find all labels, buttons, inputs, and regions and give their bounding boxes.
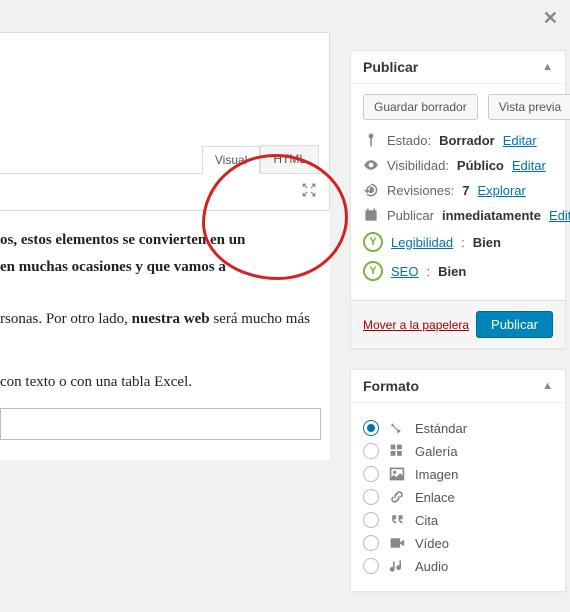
link-icon [389,489,405,505]
editor-title-area: Visual HTML [0,33,330,174]
format-option-link[interactable]: Enlace [363,489,553,505]
radio-checked-icon [363,420,379,436]
quote-icon [389,512,405,528]
seo-link[interactable]: SEO [391,264,418,279]
status-value: Borrador [439,133,495,148]
calendar-icon [363,207,379,223]
video-icon [389,535,405,551]
format-label: Imagen [415,467,458,482]
format-label: Estándar [415,421,467,436]
readability-score-icon: Y [363,232,383,252]
save-draft-button[interactable]: Guardar borrador [363,94,478,120]
readability-link[interactable]: Legibilidad [391,235,453,250]
publish-panel: Publicar ▲ Guardar borrador Vista previa… [350,50,566,349]
format-option-audio[interactable]: Audio [363,558,553,574]
format-label: Galería [415,444,458,459]
format-option-gallery[interactable]: Galería [363,443,553,459]
visibility-label: Visibilidad: [387,158,449,173]
format-label: Enlace [415,490,455,505]
status-label: Estado: [387,133,431,148]
format-option-standard[interactable]: Estándar [363,420,553,436]
format-label: Vídeo [415,536,449,551]
visibility-edit-link[interactable]: Editar [512,158,546,173]
content-line2: en muchas ocasiones y que vamos a [0,259,226,275]
close-icon[interactable]: ✕ [543,8,558,29]
revisions-link[interactable]: Explorar [477,183,525,198]
pin-icon [363,132,379,148]
publish-button[interactable]: Publicar [476,311,553,338]
content-line4: con texto o con una tabla Excel. [0,374,192,390]
gallery-icon [389,443,405,459]
schedule-edit-link[interactable]: Editar [549,208,570,223]
editor-mode-tabs: Visual HTML [202,145,319,173]
radio-icon [363,535,379,551]
sidebar: Publicar ▲ Guardar borrador Vista previa… [350,50,566,612]
content-line3a: rsonas. Por otro lado, [0,311,132,327]
content-line3b: nuestra web [132,311,210,327]
pin-icon [389,420,405,436]
format-option-image[interactable]: Imagen [363,466,553,482]
format-panel-title: Formato [363,378,419,394]
revisions-value: 7 [462,183,469,198]
format-panel: Formato ▲ Estándar Galería Imagen [350,369,566,592]
readability-value: Bien [473,235,501,250]
radio-icon [363,443,379,459]
schedule-label: Publicar [387,208,434,223]
format-label: Cita [415,513,438,528]
radio-icon [363,466,379,482]
radio-icon [363,489,379,505]
tab-html[interactable]: HTML [260,145,319,173]
editor-content[interactable]: os, estos elementos se convierten en un … [0,211,330,460]
editor-toolbar [0,174,330,211]
trash-link[interactable]: Mover a la papelera [363,318,469,332]
seo-value: Bien [438,264,466,279]
seo-score-icon: Y [363,261,383,281]
caret-up-icon: ▲ [542,380,553,392]
revisions-label: Revisiones: [387,183,454,198]
caret-up-icon: ▲ [542,61,553,73]
format-option-quote[interactable]: Cita [363,512,553,528]
publish-panel-header[interactable]: Publicar ▲ [351,51,565,84]
image-icon [389,466,405,482]
table-placeholder [0,408,321,440]
content-line1: os, estos elementos se convierten en un [0,232,245,248]
audio-icon [389,558,405,574]
format-label: Audio [415,559,448,574]
format-panel-header[interactable]: Formato ▲ [351,370,565,403]
fullscreen-icon[interactable] [301,182,317,198]
radio-icon [363,558,379,574]
format-option-video[interactable]: Vídeo [363,535,553,551]
status-edit-link[interactable]: Editar [503,133,537,148]
visibility-value: Público [457,158,504,173]
revisions-icon [363,182,379,198]
editor-column: Visual HTML os, estos elementos se convi… [0,32,330,460]
content-line3c: será mucho más [210,311,310,327]
radio-icon [363,512,379,528]
eye-icon [363,157,379,173]
schedule-value: inmediatamente [442,208,541,223]
preview-button[interactable]: Vista previa [488,94,570,120]
tab-visual[interactable]: Visual [202,146,260,174]
publish-panel-title: Publicar [363,59,418,75]
